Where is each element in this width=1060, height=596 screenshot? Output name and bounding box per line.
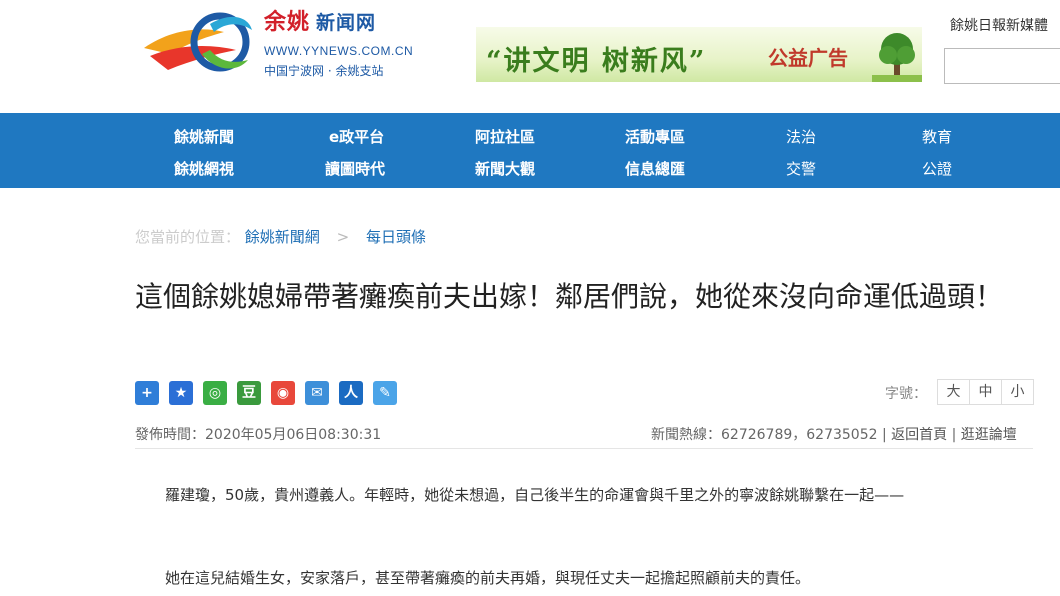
article-paragraph: 她在這兒結婚生女，安家落戶，甚至帶著癱瘓的前夫再婚，與現任丈夫一起擔起照顧前夫的… (135, 569, 811, 587)
douban-icon[interactable]: 豆 (237, 381, 261, 405)
back-home-link[interactable]: 返回首頁 (891, 427, 947, 443)
newspaper-media-link[interactable]: 餘姚日報新媒體 (950, 15, 1048, 35)
renren-icon[interactable]: 人 (339, 381, 363, 405)
font-size-medium-button[interactable]: 中 (969, 379, 1002, 405)
breadcrumb-separator: > (336, 228, 350, 246)
nav-item-yuyao-tv[interactable]: 餘姚網視 (174, 158, 234, 179)
breadcrumb-prefix: 您當前的位置： (135, 228, 241, 246)
public-service-ad-banner[interactable]: “讲文明 树新风” 公益广告 (476, 27, 922, 82)
tencent-weibo-icon[interactable]: ✉ (305, 381, 329, 405)
main-nav: 餘姚新聞 e政平台 阿拉社區 活動專區 法治 教育 餘姚網視 讀圖時代 新聞大觀… (0, 113, 1060, 188)
news-hotline: 新聞熱線：62726789，62735052 (651, 427, 878, 443)
logo-tagline: 中国宁波网 · 余姚支站 (264, 64, 384, 78)
forum-link[interactable]: 逛逛論壇 (961, 427, 1017, 443)
nav-item-notary[interactable]: 公證 (922, 158, 952, 179)
wechat-icon[interactable]: ◎ (203, 381, 227, 405)
logo-title: 余姚 新闻网 (264, 4, 376, 36)
meta-divider: | (951, 427, 957, 443)
weibo-icon[interactable]: ◉ (271, 381, 295, 405)
nav-item-egov[interactable]: e政平台 (329, 126, 384, 147)
edit-icon[interactable]: ✎ (373, 381, 397, 405)
nav-item-education[interactable]: 教育 (922, 126, 952, 147)
logo-url: WWW.YYNEWS.COM.CN (264, 44, 414, 58)
nav-item-traffic-police[interactable]: 交警 (786, 158, 816, 179)
article-title: 這個餘姚媳婦帶著癱瘓前夫出嫁！鄰居們說，她從來沒向命運低過頭！ (135, 280, 1004, 313)
banner-tag: 公益广告 (768, 46, 848, 70)
tree-icon (872, 33, 922, 82)
star-icon[interactable]: ★ (169, 381, 193, 405)
banner-slogan: “讲文明 树新风” (486, 46, 707, 77)
nav-item-law[interactable]: 法治 (786, 126, 816, 147)
nav-item-info-hub[interactable]: 信息總匯 (625, 158, 685, 179)
publish-time: 發佈時間：2020年05月06日08:30:31 (135, 427, 382, 443)
nav-item-community[interactable]: 阿拉社區 (475, 126, 535, 147)
logo-swoosh-icon (144, 12, 252, 72)
logo-subtitle: 新闻网 (316, 12, 377, 34)
meta-divider-line (135, 448, 1033, 449)
plus-icon[interactable]: + (135, 381, 159, 405)
breadcrumb-section-link[interactable]: 每日頭條 (366, 228, 426, 246)
font-size-small-button[interactable]: 小 (1001, 379, 1034, 405)
font-size-large-button[interactable]: 大 (937, 379, 970, 405)
font-size-label: 字號： (885, 386, 927, 402)
site-header: 余姚 新闻网 WWW.YYNEWS.COM.CN 中国宁波网 · 余姚支站 “讲文… (0, 0, 1060, 113)
breadcrumb-home-link[interactable]: 餘姚新聞網 (245, 228, 320, 246)
logo-title-text: 余姚 (264, 9, 311, 35)
nav-item-events[interactable]: 活動專區 (625, 126, 685, 147)
search-input[interactable] (944, 48, 1060, 84)
breadcrumb: 您當前的位置： 餘姚新聞網 > 每日頭條 (135, 226, 426, 247)
article-meta-links: 新聞熱線：62726789，62735052 | 返回首頁 | 逛逛論壇 (651, 424, 1017, 444)
nav-item-news-overview[interactable]: 新聞大觀 (475, 158, 535, 179)
article-paragraph: 羅建瓊，50歲，貴州遵義人。年輕時，她從未想過，自己後半生的命運會與千里之外的寧… (135, 486, 905, 504)
nav-item-photo-era[interactable]: 讀圖時代 (325, 158, 385, 179)
nav-item-yuyao-news[interactable]: 餘姚新聞 (174, 126, 234, 147)
site-logo[interactable]: 余姚 新闻网 WWW.YYNEWS.COM.CN 中国宁波网 · 余姚支站 (140, 2, 430, 82)
meta-divider: | (881, 427, 887, 443)
